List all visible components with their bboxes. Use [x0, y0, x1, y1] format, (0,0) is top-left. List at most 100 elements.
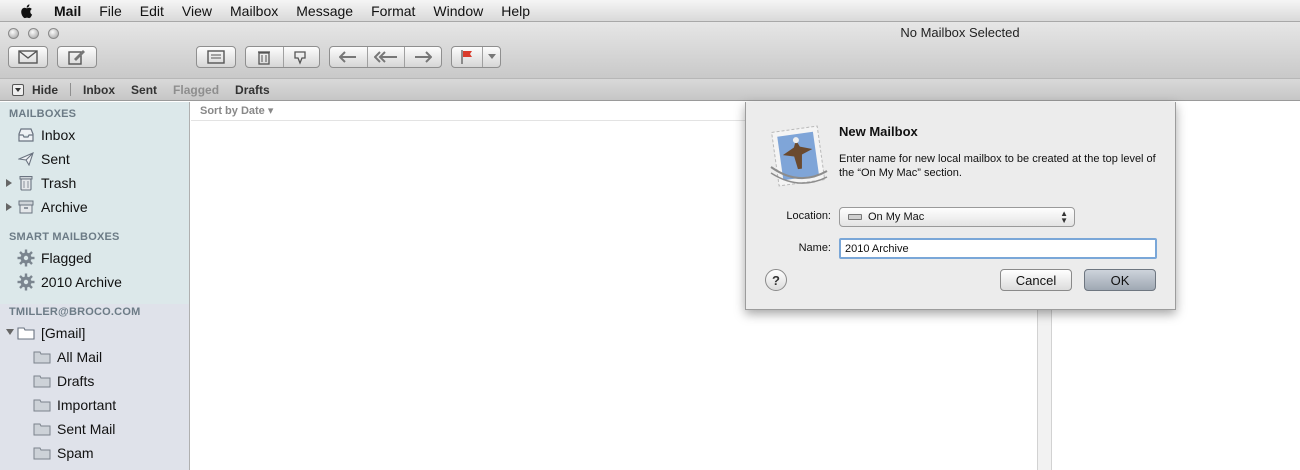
chevron-down-icon	[487, 54, 496, 59]
reply-button[interactable]	[330, 47, 367, 67]
sidebar-item-sent[interactable]: Sent	[0, 148, 189, 170]
sidebar-item-gmail[interactable]: [Gmail]	[0, 322, 189, 344]
mailboxes-header[interactable]: MAILBOXES	[9, 108, 76, 120]
menu-mailbox[interactable]: Mailbox	[221, 0, 287, 22]
sidebar-item-gmail-drafts[interactable]: Drafts	[0, 370, 189, 392]
archive-button[interactable]	[196, 46, 236, 68]
folder-icon	[33, 396, 51, 414]
location-value: On My Mac	[868, 211, 925, 223]
reply-all-button[interactable]	[366, 47, 405, 67]
close-window-button[interactable]	[8, 28, 19, 39]
sidebar-item-label: 2010 Archive	[41, 274, 122, 290]
hide-sidebar-button[interactable]: Hide	[24, 83, 66, 97]
gear-icon	[17, 249, 35, 267]
reply-icon	[339, 51, 357, 63]
reply-all-icon	[373, 51, 397, 63]
window-title: No Mailbox Selected	[900, 25, 1020, 40]
menu-message[interactable]: Message	[287, 0, 362, 22]
sidebar-item-label: All Mail	[57, 349, 103, 365]
folder-icon	[17, 324, 35, 342]
archive-icon	[207, 50, 225, 64]
sidebar-item-label: Spam	[57, 445, 94, 461]
location-label: Location:	[786, 210, 831, 222]
flag-button[interactable]	[451, 46, 501, 68]
folder-icon	[33, 348, 51, 366]
get-mail-icon	[18, 50, 38, 64]
paper-plane-icon	[17, 150, 35, 168]
ok-button[interactable]: OK	[1084, 269, 1156, 291]
sidebar-item-sent-mail[interactable]: Sent Mail	[0, 418, 189, 440]
mail-stamp-eagle-icon	[770, 125, 828, 187]
compose-button[interactable]	[57, 46, 97, 68]
apple-logo-icon[interactable]	[18, 2, 36, 20]
sidebar-item-label: Drafts	[57, 373, 95, 389]
menu-help[interactable]: Help	[492, 0, 539, 22]
sidebar-item-label: Archive	[41, 199, 88, 215]
menu-app-mail[interactable]: Mail	[54, 0, 90, 22]
stepper-arrows-icon: ▲ ▼	[1060, 209, 1068, 225]
sidebar-item-flagged[interactable]: Flagged	[0, 247, 189, 269]
flag-menu-arrow[interactable]	[482, 47, 500, 67]
dialog-title: New Mailbox	[839, 124, 918, 139]
sidebar-item-important[interactable]: Important	[0, 394, 189, 416]
sidebar-item-spam[interactable]: Spam	[0, 442, 189, 464]
sidebar-item-label: [Gmail]	[41, 325, 86, 341]
forward-icon	[415, 51, 433, 63]
menu-edit[interactable]: Edit	[131, 0, 173, 22]
junk-button[interactable]	[282, 47, 320, 67]
forward-button[interactable]	[404, 47, 441, 67]
folder-icon	[33, 420, 51, 438]
hard-drive-icon	[848, 214, 862, 220]
menu-bar: Mail File Edit View Mailbox Message Form…	[0, 0, 1300, 22]
favorite-flagged[interactable]: Flagged	[165, 83, 227, 97]
sidebar-item-label: Important	[57, 397, 117, 413]
archive-box-icon	[17, 198, 35, 216]
menu-format[interactable]: Format	[362, 0, 424, 22]
sidebar-item-label: Trash	[41, 175, 77, 191]
minimize-window-button[interactable]	[28, 28, 39, 39]
sidebar-item-archive[interactable]: Archive	[0, 196, 189, 218]
trash-icon	[258, 51, 271, 65]
delete-junk-group	[245, 46, 320, 68]
sidebar-item-label: Sent Mail	[57, 421, 116, 437]
reply-forward-group	[329, 46, 442, 68]
sidebar-item-label: Sent	[41, 151, 70, 167]
flag-icon	[461, 50, 473, 64]
favorites-bar: Hide Inbox Sent Flagged Drafts	[0, 78, 1300, 101]
folder-icon	[33, 444, 51, 462]
new-mailbox-dialog: New Mailbox Enter name for new local mai…	[745, 102, 1176, 310]
cancel-button[interactable]: Cancel	[1000, 269, 1072, 291]
mailbox-name-field[interactable]	[839, 238, 1157, 259]
smart-mailboxes-header[interactable]: SMART MAILBOXES	[9, 231, 120, 243]
hide-sidebar-icon[interactable]	[12, 83, 24, 96]
mailbox-sidebar: MAILBOXES Inbox Sent Trash Archive SMART…	[0, 102, 190, 470]
sidebar-item-2010-archive[interactable]: 2010 Archive	[0, 271, 189, 293]
dialog-description: Enter name for new local mailbox to be c…	[839, 153, 1156, 179]
favorite-drafts[interactable]: Drafts	[227, 83, 278, 97]
get-mail-button[interactable]	[8, 46, 48, 68]
sidebar-item-trash[interactable]: Trash	[0, 172, 189, 194]
folder-icon	[33, 372, 51, 390]
menu-window[interactable]: Window	[424, 0, 492, 22]
favorites-divider	[70, 83, 72, 96]
trash-can-icon	[17, 174, 35, 192]
compose-icon	[68, 50, 85, 65]
delete-button[interactable]	[246, 47, 283, 67]
zoom-window-button[interactable]	[48, 28, 59, 39]
help-button[interactable]: ?	[765, 269, 787, 291]
menu-view[interactable]: View	[173, 0, 221, 22]
name-label: Name:	[798, 242, 831, 254]
sidebar-item-all-mail[interactable]: All Mail	[0, 346, 189, 368]
account-header[interactable]: TMILLER@BROCO.COM	[9, 306, 140, 318]
inbox-tray-icon	[17, 126, 35, 144]
favorite-inbox[interactable]: Inbox	[75, 83, 123, 97]
window-toolbar: No Mailbox Selected	[0, 22, 1300, 78]
sidebar-item-label: Inbox	[41, 127, 76, 143]
sidebar-item-label: Flagged	[41, 250, 92, 266]
gear-icon	[17, 273, 35, 291]
favorite-sent[interactable]: Sent	[123, 83, 165, 97]
menu-file[interactable]: File	[90, 0, 131, 22]
sidebar-item-inbox[interactable]: Inbox	[0, 124, 189, 146]
location-select[interactable]: On My Mac ▲ ▼	[839, 207, 1075, 227]
flag-seg[interactable]	[452, 47, 482, 67]
